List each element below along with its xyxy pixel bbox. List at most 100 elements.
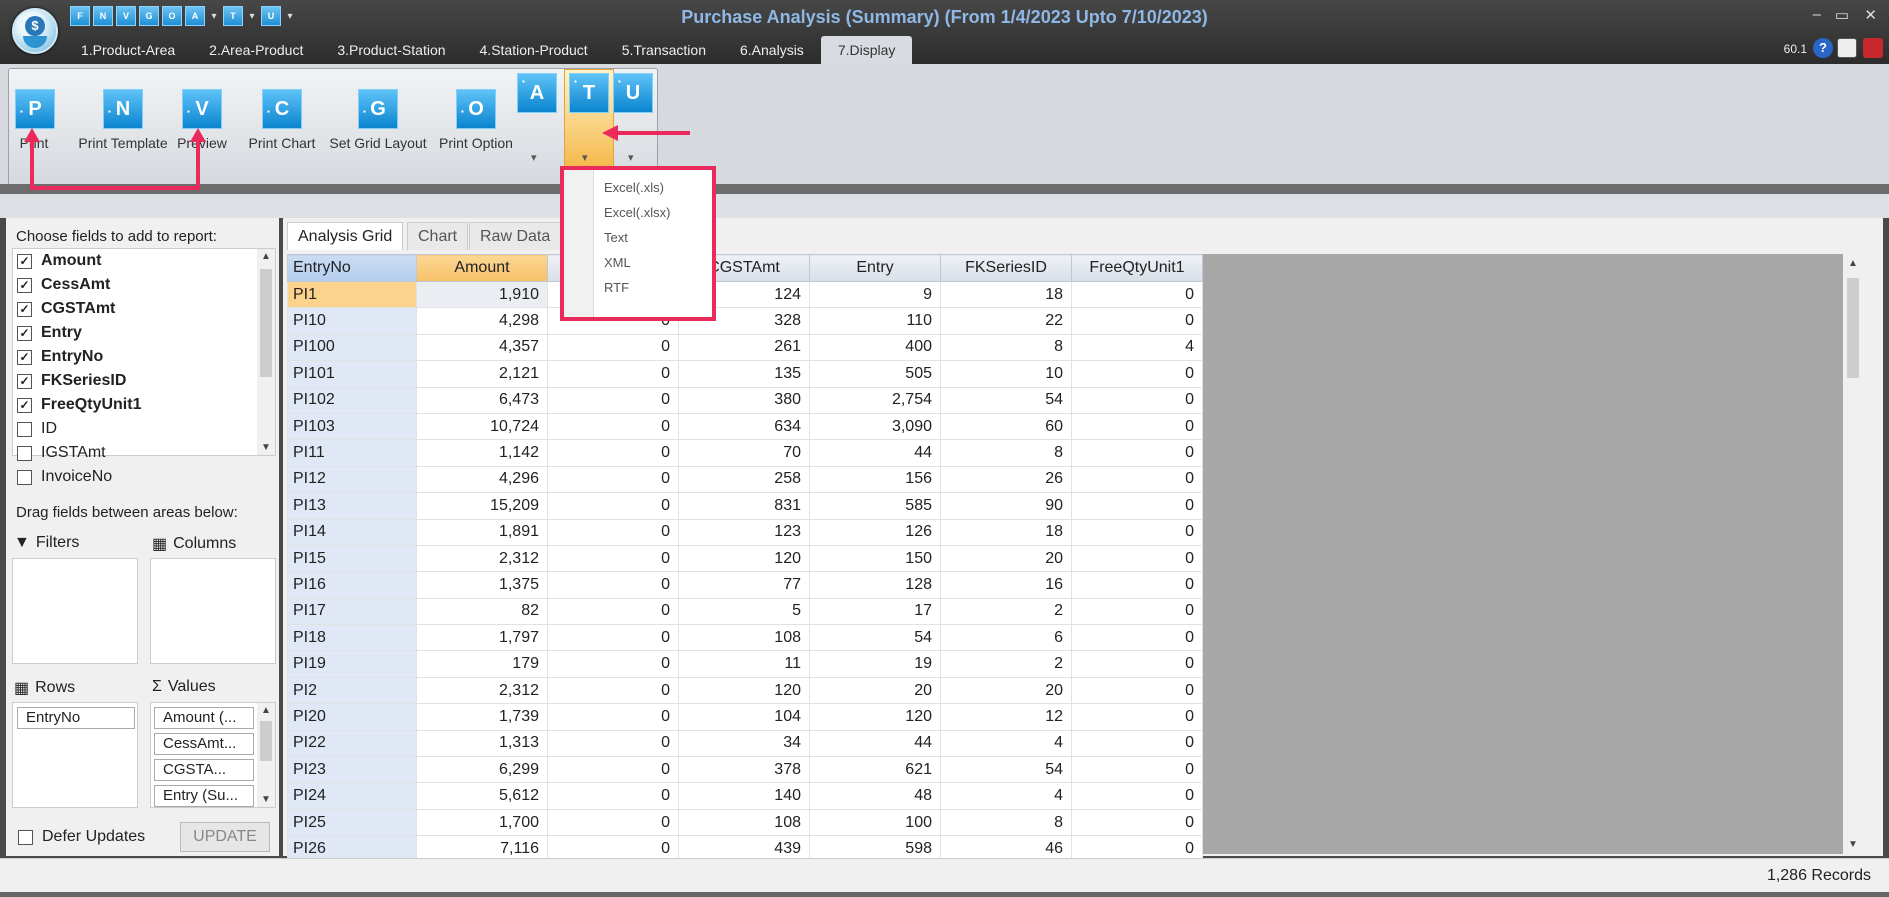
table-cell[interactable]: 82 <box>416 597 548 626</box>
table-cell[interactable]: 0 <box>1071 386 1203 414</box>
row-header-cell[interactable]: PI19 <box>287 650 417 678</box>
table-cell[interactable]: 0 <box>547 465 679 494</box>
table-row[interactable]: PI19 179 0 11 19 2 0 <box>287 650 1203 678</box>
row-header-cell[interactable]: PI1 <box>287 280 417 309</box>
row-header-cell[interactable]: PI103 <box>287 412 417 441</box>
table-cell[interactable]: 0 <box>1071 808 1203 837</box>
table-row[interactable]: PI104,2980328110220 <box>287 307 1203 335</box>
exit-icon[interactable] <box>1863 38 1883 58</box>
table-cell[interactable]: 0 <box>1071 518 1203 546</box>
tab-4-station-product[interactable]: 4.Station-Product <box>463 36 605 65</box>
table-cell[interactable]: 0 <box>1071 465 1203 494</box>
table-cell[interactable]: 128 <box>809 571 941 599</box>
table-cell[interactable]: 54 <box>940 386 1072 414</box>
table-cell[interactable]: 0 <box>547 492 679 520</box>
tab-7-display[interactable]: 7.Display <box>820 36 913 65</box>
row-header-cell[interactable]: PI17 <box>287 597 417 626</box>
row-header-cell[interactable]: PI24 <box>287 782 417 810</box>
export-u-dropdown-icon[interactable]: ▾ <box>628 151 634 164</box>
table-cell[interactable]: 135 <box>678 360 810 388</box>
values-scroll-up-icon[interactable]: ▲ <box>257 705 275 716</box>
minimize-icon[interactable]: – <box>1813 6 1821 23</box>
table-cell[interactable]: 0 <box>1071 703 1203 731</box>
scroll-thumb[interactable] <box>260 269 272 377</box>
table-cell[interactable]: 1,891 <box>416 518 548 546</box>
table-row[interactable]: PI102 6,473 0 380 2,754 54 0 <box>287 386 1203 414</box>
row-header-cell[interactable]: PI20 <box>287 703 417 731</box>
table-cell[interactable]: 0 <box>547 808 679 837</box>
table-row[interactable]: PI14 1,891 0 123 126 18 0 <box>287 518 1203 546</box>
row-header-cell[interactable]: PI102 <box>287 386 417 414</box>
table-cell[interactable]: 0 <box>547 703 679 731</box>
table-cell[interactable]: 12 <box>940 703 1072 731</box>
maximize-icon[interactable]: ▭ <box>1835 6 1849 24</box>
table-cell[interactable]: 621 <box>809 756 941 784</box>
table-row[interactable]: PI100 4,357 0 261 400 8 4 <box>287 333 1203 362</box>
scroll-up-icon[interactable]: ▲ <box>257 251 275 262</box>
table-cell[interactable]: 0 <box>547 412 679 441</box>
column-header[interactable]: EntryNo <box>287 254 417 282</box>
table-cell[interactable]: 20 <box>940 676 1072 705</box>
table-cell[interactable]: 4 <box>1071 333 1203 362</box>
export-a-dropdown-icon[interactable]: ▾ <box>531 151 537 164</box>
table-cell[interactable]: 1,142 <box>416 439 548 467</box>
table-cell[interactable]: 44 <box>809 729 941 758</box>
table-row[interactable]: PI101 2,121 0 135 505 10 0 <box>287 360 1203 388</box>
table-cell[interactable]: 179 <box>416 650 548 678</box>
table-cell[interactable]: 831 <box>678 492 810 520</box>
row-header-cell[interactable]: PI15 <box>287 544 417 573</box>
table-cell[interactable]: 54 <box>809 624 941 652</box>
table-cell[interactable]: 4 <box>940 782 1072 810</box>
filters-area[interactable] <box>12 558 138 664</box>
table-cell[interactable]: 22 <box>940 307 1072 335</box>
tab-1-product-area[interactable]: 1.Product-Area <box>64 36 192 65</box>
column-header[interactable]: Amount <box>416 254 548 282</box>
table-cell[interactable]: 70 <box>678 439 810 467</box>
value-field-chip[interactable]: Amount (... <box>154 707 254 729</box>
table-cell[interactable]: 6,299 <box>416 756 548 784</box>
table-cell[interactable]: 0 <box>1071 729 1203 758</box>
table-cell[interactable]: 634 <box>678 412 810 441</box>
table-row[interactable]: PI18 1,797 0 108 54 6 0 <box>287 624 1203 652</box>
value-field-chip[interactable]: CessAmt... <box>154 733 254 755</box>
table-cell[interactable]: 258 <box>678 465 810 494</box>
field-checkbox[interactable]: ✓ <box>17 253 32 269</box>
table-cell[interactable]: 1,313 <box>416 729 548 758</box>
update-button[interactable]: UPDATE <box>180 822 270 852</box>
tab-2-area-product[interactable]: 2.Area-Product <box>192 36 320 65</box>
table-cell[interactable]: 261 <box>678 333 810 362</box>
table-cell[interactable]: 0 <box>1071 412 1203 441</box>
table-cell[interactable]: 0 <box>547 360 679 388</box>
table-cell[interactable]: 4 <box>940 729 1072 758</box>
table-cell[interactable]: 90 <box>940 492 1072 520</box>
row-header-cell[interactable]: PI23 <box>287 756 417 784</box>
table-row[interactable]: PI13 15,209 0 831 585 90 0 <box>287 492 1203 520</box>
table-cell[interactable]: 0 <box>547 729 679 758</box>
tab-5-transaction[interactable]: 5.Transaction <box>605 36 723 65</box>
table-cell[interactable]: 48 <box>809 782 941 810</box>
rows-area[interactable]: EntryNo <box>12 702 138 808</box>
table-cell[interactable]: 0 <box>1071 597 1203 626</box>
field-item[interactable]: ✓ FKSeriesID <box>13 369 275 393</box>
table-cell[interactable]: 150 <box>809 544 941 573</box>
table-cell[interactable]: 505 <box>809 360 941 388</box>
table-cell[interactable]: 4,296 <box>416 465 548 494</box>
table-cell[interactable]: 0 <box>1071 624 1203 652</box>
export-menu-item[interactable]: XML <box>604 255 631 270</box>
table-cell[interactable]: 0 <box>1071 439 1203 467</box>
table-row[interactable]: PI17 82 0 5 17 2 0 <box>287 597 1203 626</box>
table-cell[interactable]: 10 <box>940 360 1072 388</box>
defer-updates-checkbox[interactable]: Defer Updates <box>18 828 145 846</box>
table-cell[interactable]: 6,473 <box>416 386 548 414</box>
row-header-cell[interactable]: PI16 <box>287 571 417 599</box>
field-checkbox[interactable]: ✓ <box>17 277 32 293</box>
export-t-dropdown-icon[interactable]: ▾ <box>582 151 588 164</box>
table-cell[interactable]: 1,797 <box>416 624 548 652</box>
table-cell[interactable]: 0 <box>547 676 679 705</box>
table-cell[interactable]: 2,312 <box>416 676 548 705</box>
table-cell[interactable]: 0 <box>1071 307 1203 335</box>
grid-scroll-thumb[interactable] <box>1847 278 1859 378</box>
table-cell[interactable]: 120 <box>809 703 941 731</box>
values-scroll-thumb[interactable] <box>260 721 272 761</box>
tab-chart[interactable]: Chart <box>407 222 469 250</box>
